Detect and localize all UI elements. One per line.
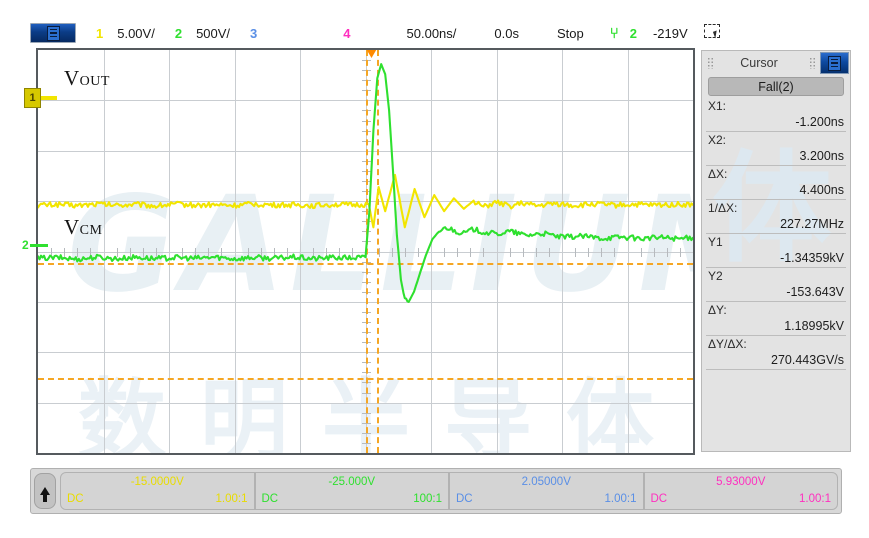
cursor-row-divider [706,199,846,200]
drag-dots-icon[interactable] [707,57,714,69]
cursor-measurement-list: X1: -1.200ns X2: 3.200ns ΔX: 4.400ns 1/ΔX: 227.… [702,99,850,370]
menu-document-button[interactable] [30,23,76,43]
selection-rect-icon[interactable] [703,24,724,42]
cursor-panel-document-icon[interactable] [820,52,849,74]
cursor-measurement-row[interactable]: ΔX: 4.400ns [702,167,850,198]
cursor-panel-header: Cursor [702,51,850,75]
cursor-row-divider [706,301,846,302]
channel-probe-ratio[interactable]: 1.00:1 [605,492,637,507]
cursor-measurement-value: -153.643V [786,285,844,299]
cursor-measurement-row[interactable]: ΔY/ΔX: 270.443GV/s [702,337,850,368]
cursor-measurement-value: 270.443GV/s [771,353,844,367]
toolbar-channel-2-scale[interactable]: 500V/ [196,26,230,41]
cursor-measurement-panel[interactable]: 体 Cursor Fall(2) X1: -1.200ns X2: 3.200ns ΔX… [701,50,851,452]
channel-coupling[interactable]: DC [456,492,473,507]
ground-marker-channel-1[interactable]: 1 [24,88,57,108]
cursor-row-divider [706,233,846,234]
cursor-measurement-row[interactable]: X1: -1.200ns [702,99,850,130]
cursor-panel-title: Cursor [740,56,778,70]
channel-cell-3[interactable]: 2.05000V DC 1.00:1 [449,472,644,510]
up-arrow-icon [40,487,50,502]
channel-probe-ratio[interactable]: 100:1 [413,492,442,507]
channel-probe-ratio[interactable]: 1.00:1 [216,492,248,507]
channel-coupling[interactable]: DC [262,492,279,507]
cursor-measurement-label: ΔX: [708,167,728,181]
cursor-measurement-value: -1.200ns [795,115,844,129]
toolbar-delay[interactable]: 0.0s [494,26,519,41]
document-icon [828,55,841,71]
top-toolbar: 1 5.00V/ 2 500V/ 3 4 50.00ns/ 0.0s Stop … [0,18,869,48]
cursor-measurement-value: 227.27MHz [780,217,844,231]
cursor-row-divider [706,335,846,336]
cursor-measurement-row[interactable]: Y2 -153.643V [702,269,850,300]
channel-footer: DC 1.00:1 [651,492,832,507]
drag-dots-icon-right[interactable] [809,57,816,69]
cursor-measurement-label: X1: [708,99,727,113]
channel-probe-ratio[interactable]: 1.00:1 [799,492,831,507]
collapse-panel-button[interactable] [34,473,56,509]
cursor-measurement-row[interactable]: Y1 -1.34359kV [702,235,850,266]
cursor-measurement-row[interactable]: ΔY: 1.18995kV [702,303,850,334]
waveform-trace-vout [38,173,693,229]
oscilloscope-screen: 1 5.00V/ 2 500V/ 3 4 50.00ns/ 0.0s Stop … [0,0,869,538]
ground-marker-ch2-stub [29,243,48,247]
cursor-measurement-label: Y1 [708,235,723,249]
toolbar-channel-4-label[interactable]: 4 [343,26,350,41]
waveform-display[interactable]: GALLIUM 数明半导体 VOUT VCM [36,48,695,455]
cursor-measurement-value: -1.34359kV [780,251,844,265]
channel-cell-4[interactable]: 5.93000V DC 1.00:1 [643,472,838,510]
cursor-row-divider [706,131,846,132]
cursor-measurement-value: 4.400ns [799,183,844,197]
cursor-row-divider [706,369,846,370]
ground-marker-ch1-stub [41,96,57,100]
channel-offset-value: -25.000V [328,476,376,488]
cursor-measurement-label: 1/ΔX: [708,201,738,215]
trigger-level-value[interactable]: -219V [653,26,688,41]
channel-footer: DC 1.00:1 [67,492,248,507]
cursor-measurement-row[interactable]: 1/ΔX: 227.27MHz [702,201,850,232]
cursor-measurement-row[interactable]: X2: 3.200ns [702,133,850,164]
channel-footer: DC 100:1 [262,492,443,507]
cursor-measurement-value: 3.200ns [799,149,844,163]
cursor-mode-button[interactable]: Fall(2) [708,77,844,96]
channel-settings-bar: -15.0000V DC 1.00:1 -25.000V DC 100:1 2.05000V… [30,468,842,514]
toolbar-channel-2-label[interactable]: 2 [175,26,182,41]
trigger-symbol-icon[interactable]: ⑂ [610,25,619,42]
waveform-trace-vcm [38,63,693,303]
channel-cell-1[interactable]: -15.0000V DC 1.00:1 [60,472,255,510]
toolbar-channel-1-scale[interactable]: 5.00V/ [117,26,155,41]
toolbar-run-state[interactable]: Stop [557,26,584,41]
cursor-measurement-value: 1.18995kV [784,319,844,333]
channel-cell-2[interactable]: -25.000V DC 100:1 [254,472,449,510]
cursor-measurement-label: X2: [708,133,727,147]
cursor-measurement-label: ΔY/ΔX: [708,337,747,351]
channel-offset-value: 5.93000V [716,476,766,488]
toolbar-channel-1-label[interactable]: 1 [96,26,103,41]
toolbar-channel-3-label[interactable]: 3 [250,26,257,41]
waveform-traces [38,63,693,303]
toolbar-timebase[interactable]: 50.00ns/ [407,26,457,41]
channel-coupling[interactable]: DC [67,492,84,507]
cursor-row-divider [706,165,846,166]
channel-footer: DC 1.00:1 [456,492,637,507]
ground-marker-ch2-badge: 2 [22,238,29,252]
cursor-row-divider [706,267,846,268]
trigger-source-label[interactable]: 2 [630,26,637,41]
channel-offset-value: -15.0000V [130,476,184,488]
channel-cells: -15.0000V DC 1.00:1 -25.000V DC 100:1 2.05000V… [60,472,838,510]
ground-marker-ch1-badge: 1 [24,88,41,108]
document-icon [46,25,60,41]
cursor-measurement-label: ΔY: [708,303,727,317]
cursor-measurement-label: Y2 [708,269,723,283]
channel-coupling[interactable]: DC [651,492,668,507]
channel-offset-value: 2.05000V [521,476,571,488]
ground-marker-channel-2[interactable]: 2 [22,238,48,252]
